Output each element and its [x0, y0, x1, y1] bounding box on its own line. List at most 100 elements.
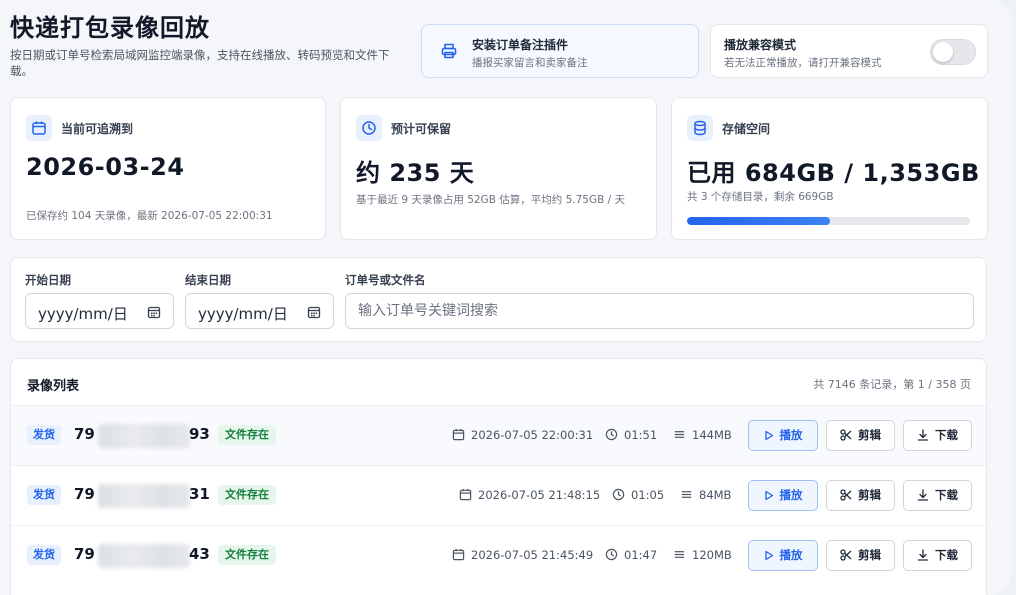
compat-subtitle: 若无法正常播放，请打开兼容模式	[724, 57, 882, 69]
download-button[interactable]: 下载	[903, 420, 972, 451]
end-date-value: yyyy/mm/日	[198, 305, 288, 323]
app-window: 快递打包录像回放 按日期或订单号检索局域网监控端录像，支持在线播放、转码预览和文…	[0, 0, 1012, 595]
play-label: 播放	[779, 548, 803, 562]
compat-title: 播放兼容模式	[724, 38, 797, 52]
clip-button[interactable]: 剪辑	[826, 480, 895, 511]
clock-icon	[605, 428, 618, 441]
play-icon	[764, 550, 773, 561]
order-number-prefix: 79	[74, 425, 95, 443]
record-duration-text: 01:47	[624, 548, 658, 562]
order-number-redacted	[98, 544, 190, 568]
play-icon	[764, 430, 773, 441]
record-datetime-text: 2026-07-05 21:48:15	[478, 488, 601, 502]
list-title: 录像列表	[27, 379, 80, 394]
record-datetime-text: 2026-07-05 22:00:31	[471, 428, 594, 442]
record-size-text: 144MB	[692, 428, 732, 442]
calendar-icon	[26, 115, 52, 141]
end-date-label: 结束日期	[185, 273, 231, 287]
table-row[interactable]: 发货 79 31 文件存在 2026-07-05 21:48:15 01:05 …	[11, 465, 986, 525]
clip-button[interactable]: 剪辑	[826, 420, 895, 451]
stat-note: 已保存约 104 天录像，最新 2026-07-05 22:00:31	[26, 210, 273, 222]
download-label: 下载	[935, 548, 958, 562]
type-badge: 发货	[27, 485, 61, 505]
scissors-icon	[840, 489, 852, 501]
type-badge: 发货	[27, 425, 61, 445]
stat-value: 约 235 天	[356, 159, 475, 187]
clip-label: 剪辑	[858, 548, 881, 562]
recording-list: 录像列表 共 7146 条记录，第 1 / 358 页 发货 79 93 文件存…	[10, 358, 987, 595]
play-label: 播放	[779, 488, 803, 502]
play-icon	[764, 490, 773, 501]
start-date-value: yyyy/mm/日	[38, 305, 128, 323]
stat-card-storage: 存储空间 已用 684GB / 1,353GB 共 3 个存储目录，剩余 669…	[671, 97, 988, 240]
stat-card-earliest: 当前可追溯到 2026-03-24 已保存约 104 天录像，最新 2026-0…	[10, 97, 326, 240]
play-button[interactable]: 播放	[748, 540, 818, 571]
order-number-redacted	[98, 484, 190, 508]
download-button[interactable]: 下载	[903, 540, 972, 571]
clock-icon	[605, 548, 618, 561]
record-size: 84MB	[680, 488, 731, 502]
record-size: 120MB	[673, 548, 732, 562]
list-count: 共 7146 条记录，第 1 / 358 页	[813, 378, 971, 391]
list-icon	[681, 491, 692, 498]
database-icon	[687, 115, 713, 141]
record-size: 144MB	[673, 428, 732, 442]
search-field[interactable]	[345, 293, 974, 329]
download-label: 下载	[935, 428, 958, 442]
download-icon	[917, 429, 929, 441]
start-date-label: 开始日期	[25, 273, 71, 287]
search-input[interactable]	[346, 294, 973, 328]
record-duration: 01:47	[605, 548, 657, 562]
order-number-prefix: 79	[74, 545, 95, 563]
play-button[interactable]: 播放	[748, 480, 818, 511]
list-icon	[674, 431, 685, 438]
table-row[interactable]: 发货 79 43 文件存在 2026-07-05 21:45:49 01:47 …	[11, 525, 986, 585]
order-number-suffix: 31	[189, 485, 210, 503]
type-badge: 发货	[27, 545, 61, 565]
calendar-icon	[459, 488, 472, 501]
clock-icon	[612, 488, 625, 501]
play-button[interactable]: 播放	[748, 420, 818, 451]
toggle-knob	[933, 42, 953, 62]
compat-mode-card: 播放兼容模式 若无法正常播放，请打开兼容模式	[710, 24, 988, 78]
page-description: 按日期或订单号检索局域网监控端录像，支持在线播放、转码预览和文件下载。	[10, 48, 390, 78]
record-datetime-text: 2026-07-05 21:45:49	[471, 548, 594, 562]
list-icon	[674, 551, 685, 558]
download-label: 下载	[935, 488, 958, 502]
clip-button[interactable]: 剪辑	[826, 540, 895, 571]
calendar-icon[interactable]	[307, 304, 321, 323]
record-duration-text: 01:51	[624, 428, 658, 442]
status-badge: 文件存在	[218, 485, 276, 505]
compat-mode-toggle[interactable]	[930, 39, 976, 65]
play-label: 播放	[779, 428, 803, 442]
record-duration: 01:51	[605, 428, 657, 442]
calendar-icon	[452, 548, 465, 561]
end-date-input[interactable]: yyyy/mm/日	[185, 293, 334, 329]
stat-note: 共 3 个存储目录，剩余 669GB	[687, 191, 834, 203]
storage-progress-bar	[687, 217, 970, 225]
scissors-icon	[840, 429, 852, 441]
calendar-icon	[452, 428, 465, 441]
record-datetime: 2026-07-05 21:45:49	[452, 548, 593, 562]
table-row[interactable]: 发货 79 93 文件存在 2026-07-05 22:00:31 01:51 …	[11, 405, 986, 465]
clip-label: 剪辑	[858, 488, 881, 502]
stat-label: 预计可保留	[391, 122, 452, 136]
record-datetime: 2026-07-05 22:00:31	[452, 428, 593, 442]
plugin-title: 安装订单备注插件	[472, 38, 569, 52]
install-plugin-button[interactable]: 安装订单备注插件 播报买家留言和卖家备注	[421, 24, 699, 78]
download-button[interactable]: 下载	[903, 480, 972, 511]
order-number-suffix: 43	[189, 545, 210, 563]
record-duration: 01:05	[612, 488, 664, 502]
record-size-text: 84MB	[699, 488, 732, 502]
clock-icon	[356, 115, 382, 141]
status-badge: 文件存在	[218, 425, 276, 445]
stat-value: 已用 684GB / 1,353GB	[687, 159, 980, 187]
calendar-icon[interactable]	[147, 304, 161, 323]
stat-card-retention: 预计可保留 约 235 天 基于最近 9 天录像占用 52GB 估算，平均约 5…	[340, 97, 657, 240]
order-number-redacted	[98, 424, 190, 448]
page-title: 快递打包录像回放	[10, 14, 210, 42]
stat-label: 当前可追溯到	[61, 122, 134, 136]
scissors-icon	[840, 549, 852, 561]
start-date-input[interactable]: yyyy/mm/日	[25, 293, 174, 329]
record-duration-text: 01:05	[631, 488, 665, 502]
